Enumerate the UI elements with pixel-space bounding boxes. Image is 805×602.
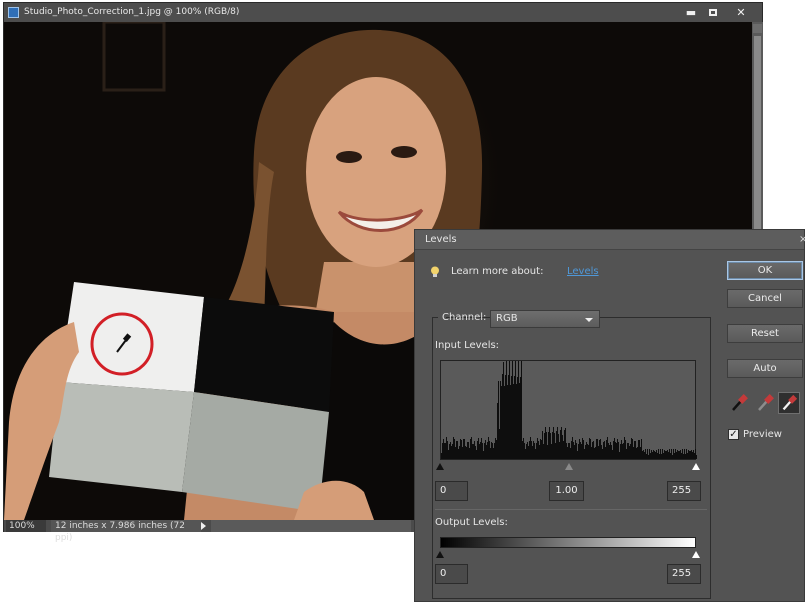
output-slider[interactable] [436,548,700,560]
close-button[interactable]: ✕ [730,3,752,22]
document-info: 12 inches x 7.986 inches (72 ppi) [51,520,201,543]
white-eyedropper-icon[interactable] [778,392,800,414]
channel-value: RGB [496,313,518,324]
output-white-slider[interactable] [692,551,700,558]
document-title: Studio_Photo_Correction_1.jpg @ 100% (RG… [24,7,240,17]
input-black-slider[interactable] [436,463,444,470]
channel-label: Channel: [442,312,487,323]
horizontal-scrollbar[interactable] [211,520,411,532]
input-white-slider[interactable] [692,463,700,470]
histogram [440,360,697,460]
output-gradient [440,537,696,548]
minimize-button[interactable]: ▬ [680,3,702,22]
black-eyedropper-icon[interactable] [728,392,750,414]
left-eye [336,151,362,163]
ok-button[interactable]: OK [727,261,803,280]
status-menu-arrow-icon[interactable] [201,522,206,530]
app-icon [8,7,19,18]
background-frame [102,22,166,92]
chevron-down-icon [585,318,593,322]
reset-button[interactable]: Reset [727,324,803,343]
card-white-quad [59,282,204,392]
input-black-field[interactable]: 0 [435,481,468,501]
scroll-up-arrow[interactable] [753,24,762,33]
zoom-field[interactable]: 100% [6,520,46,532]
input-gamma-field[interactable]: 1.00 [549,481,584,501]
bulb-icon [431,266,439,277]
card-lightgray-quad [49,382,194,492]
input-white-field[interactable]: 255 [667,481,701,501]
dialog-title: Levels [425,234,457,245]
right-eye [391,146,417,158]
output-white-field[interactable]: 255 [667,564,701,584]
document-titlebar[interactable]: Studio_Photo_Correction_1.jpg @ 100% (RG… [4,3,762,22]
preview-checkbox[interactable]: ✓ [728,429,739,440]
channel-row: Channel: RGB [438,310,600,328]
cancel-button[interactable]: Cancel [727,289,803,308]
levels-dialog: Levels × Learn more about: Levels OK Can… [414,229,805,602]
input-slider[interactable] [436,460,700,472]
scroll-thumb[interactable] [754,36,761,246]
maximize-button[interactable] [702,3,724,22]
maximize-icon [709,9,717,16]
auto-button[interactable]: Auto [727,359,803,378]
channel-select[interactable]: RGB [490,310,600,328]
checkmark-icon: ✓ [729,429,738,440]
learn-more-label: Learn more about: [451,266,544,277]
histogram-bar [696,454,697,459]
input-levels-label: Input Levels: [435,340,500,351]
learn-more-link[interactable]: Levels [567,265,599,279]
dialog-close-icon[interactable]: × [799,230,805,250]
input-gamma-slider[interactable] [565,463,573,470]
dialog-titlebar[interactable]: Levels × [415,230,805,250]
output-black-slider[interactable] [436,551,444,558]
hair-left [214,162,274,322]
output-black-field[interactable]: 0 [435,564,468,584]
preview-label: Preview [743,429,782,440]
section-divider [435,509,707,510]
gray-eyedropper-icon[interactable] [754,392,776,414]
output-levels-label: Output Levels: [435,517,508,528]
card-black-quad [194,297,334,412]
